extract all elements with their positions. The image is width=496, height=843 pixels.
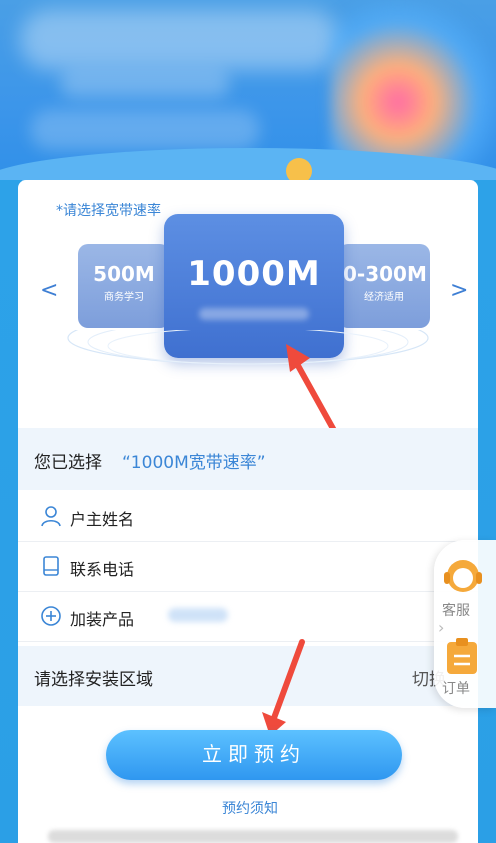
- speed-hint: *请选择宽带速率: [56, 203, 161, 219]
- banner-illustration: [330, 0, 496, 170]
- addon-product-field[interactable]: 加装产品: [18, 592, 478, 642]
- customer-service-label[interactable]: 客服: [442, 600, 470, 620]
- speed-option-500m[interactable]: 500M 商务学习: [78, 244, 170, 328]
- user-icon: [41, 506, 61, 527]
- owner-name-field[interactable]: 户主姓名: [18, 492, 478, 542]
- speed-option-300m[interactable]: 00-300M 经济适用: [338, 244, 430, 328]
- contact-phone-field[interactable]: 联系电话: [18, 542, 478, 592]
- addon-value-blurred: [168, 608, 228, 622]
- selected-label: 您已选择: [34, 453, 102, 473]
- install-area-row[interactable]: 请选择安装区域 切换: [18, 646, 478, 706]
- selected-value: “1000M宽带速率”: [122, 453, 266, 473]
- plus-circle-icon: [41, 606, 61, 626]
- order-clipboard-icon[interactable]: [444, 636, 480, 676]
- speed-option-label: 1000M: [187, 254, 321, 294]
- decorative-arcs: [67, 330, 429, 365]
- speed-option-desc: 商务学习: [104, 292, 144, 303]
- floating-service-widget: 客服 › 订单: [434, 540, 496, 708]
- customer-service-icon[interactable]: [440, 556, 486, 598]
- contact-phone-label: 联系电话: [70, 560, 135, 579]
- booking-notice-link[interactable]: 预约须知: [222, 798, 278, 818]
- banner-subtitle-blur: [60, 70, 230, 98]
- selected-speed-row: 您已选择 “1000M宽带速率”: [18, 428, 478, 490]
- addon-product-label: 加装产品: [70, 610, 135, 629]
- speed-option-label: 00-300M: [338, 262, 427, 286]
- install-area-label: 请选择安装区域: [34, 670, 153, 690]
- hero-banner: [0, 0, 496, 190]
- speed-option-label: 500M: [93, 262, 155, 286]
- prev-speed-arrow[interactable]: <: [40, 278, 58, 303]
- red-annotation-arrow: [262, 639, 305, 736]
- order-label[interactable]: 订单: [442, 678, 470, 698]
- booking-card: *请选择宽带速率 < > 500M 商务学习 00-300M 经济适用 1000…: [18, 180, 478, 843]
- phone-icon: [43, 556, 59, 576]
- owner-name-label: 户主姓名: [70, 510, 135, 529]
- next-speed-arrow[interactable]: >: [450, 278, 468, 303]
- banner-text-blur: [30, 110, 260, 150]
- chevron-right-icon: ›: [438, 618, 445, 637]
- banner-title-blur: [20, 10, 340, 70]
- speed-option-desc-blurred: [199, 308, 309, 320]
- bottom-blurred-bar: [48, 830, 458, 843]
- book-now-button[interactable]: 立即预约: [106, 730, 402, 780]
- speed-option-desc: 经济适用: [364, 292, 404, 303]
